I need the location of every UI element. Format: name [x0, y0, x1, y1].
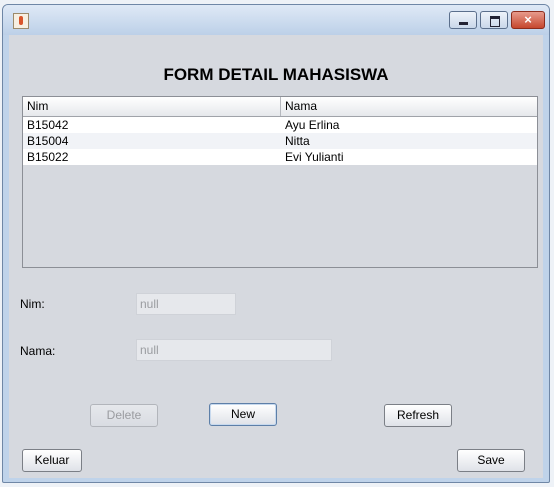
cell-nama: Ayu Erlina	[285, 118, 340, 132]
delete-button[interactable]: Delete	[90, 404, 158, 427]
maximize-button[interactable]	[480, 11, 508, 29]
title-bar: ×	[3, 5, 549, 35]
table-row[interactable]: B15042 Ayu Erlina	[23, 117, 537, 133]
cell-nim: B15042	[27, 118, 69, 132]
cell-nim: B15022	[27, 150, 69, 164]
column-header-nama[interactable]: Nama	[281, 97, 537, 116]
minimize-icon	[459, 22, 468, 25]
refresh-button[interactable]: Refresh	[384, 404, 452, 427]
cell-nim: B15004	[27, 134, 69, 148]
form-panel: FORM DETAIL MAHASISWA Nim Nama B15042 Ay…	[9, 35, 543, 478]
close-icon: ×	[524, 12, 532, 27]
new-button[interactable]: New	[209, 403, 277, 426]
mahasiswa-table[interactable]: Nim Nama B15042 Ayu Erlina B15004 Nitta …	[22, 96, 538, 268]
nim-field[interactable]: null	[136, 293, 236, 315]
table-row[interactable]: B15022 Evi Yulianti	[23, 149, 537, 165]
cell-nama: Nitta	[285, 134, 310, 148]
nama-label: Nama:	[20, 344, 56, 358]
cell-nama: Evi Yulianti	[285, 150, 344, 164]
java-app-icon	[13, 13, 29, 29]
save-button[interactable]: Save	[457, 449, 525, 472]
minimize-button[interactable]	[449, 11, 477, 29]
table-header: Nim Nama	[23, 97, 537, 117]
column-header-nim[interactable]: Nim	[23, 97, 281, 116]
nim-label: Nim:	[20, 297, 45, 311]
close-button[interactable]: ×	[511, 11, 545, 29]
table-row[interactable]: B15004 Nitta	[23, 133, 537, 149]
app-window: × FORM DETAIL MAHASISWA Nim Nama B15042 …	[2, 4, 550, 483]
keluar-button[interactable]: Keluar	[22, 449, 82, 472]
nama-field[interactable]: null	[136, 339, 332, 361]
maximize-icon	[490, 16, 500, 27]
form-title: FORM DETAIL MAHASISWA	[163, 65, 389, 84]
